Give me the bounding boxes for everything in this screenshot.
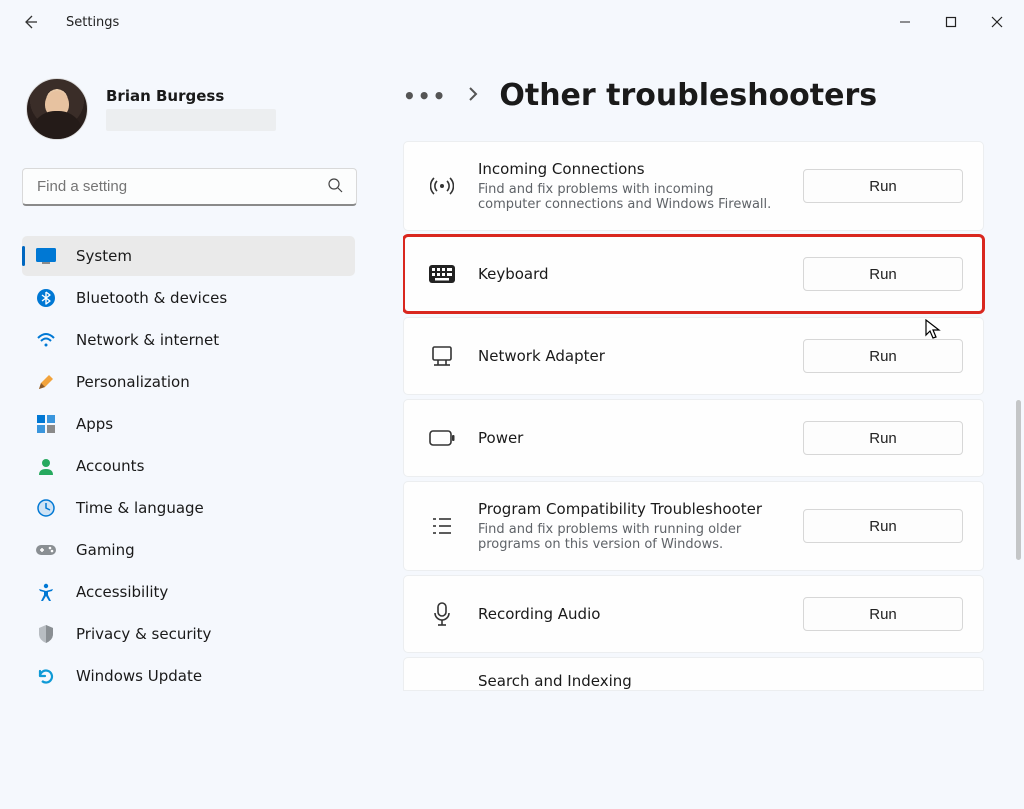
sidebar-item-label: Privacy & security (76, 625, 211, 643)
troubleshooter-title: Program Compatibility Troubleshooter (478, 500, 781, 518)
sidebar-item-label: Windows Update (76, 667, 202, 685)
sidebar-item-label: Accessibility (76, 583, 168, 601)
sidebar-item-label: System (76, 247, 132, 265)
incoming-icon (428, 172, 456, 200)
sidebar-item-label: Personalization (76, 373, 190, 391)
run-button[interactable]: Run (803, 339, 963, 373)
sidebar-item-label: Network & internet (76, 331, 219, 349)
system-icon (36, 246, 56, 266)
sidebar: Brian Burgess System Bluetooth & devices… (0, 44, 375, 809)
minimize-icon (899, 16, 911, 28)
troubleshooter-list: Incoming Connections Find and fix proble… (403, 141, 990, 701)
run-button[interactable]: Run (803, 257, 963, 291)
sidebar-item-time[interactable]: Time & language (22, 488, 355, 528)
sidebar-item-accounts[interactable]: Accounts (22, 446, 355, 486)
titlebar: Settings (0, 0, 1024, 44)
scrollbar-thumb[interactable] (1016, 400, 1021, 560)
accessibility-icon (36, 582, 56, 602)
sidebar-item-network[interactable]: Network & internet (22, 320, 355, 360)
troubleshooter-title: Power (478, 429, 781, 447)
profile-email-placeholder (106, 109, 276, 131)
sidebar-item-system[interactable]: System (22, 236, 355, 276)
troubleshooter-network-adapter: Network Adapter Run (403, 317, 984, 395)
sidebar-item-label: Gaming (76, 541, 135, 559)
sidebar-item-privacy[interactable]: Privacy & security (22, 614, 355, 654)
troubleshooter-title: Network Adapter (478, 347, 781, 365)
profile-section[interactable]: Brian Burgess (22, 64, 365, 150)
close-button[interactable] (974, 6, 1020, 38)
personalization-icon (36, 372, 56, 392)
breadcrumb: ••• Other troubleshooters (403, 78, 990, 113)
avatar (26, 78, 88, 140)
sidebar-item-label: Bluetooth & devices (76, 289, 227, 307)
content: ••• Other troubleshooters Incoming Conne… (375, 44, 1024, 809)
keyboard-icon (428, 260, 456, 288)
app-title: Settings (66, 15, 119, 30)
sidebar-item-apps[interactable]: Apps (22, 404, 355, 444)
maximize-button[interactable] (928, 6, 974, 38)
search-container (22, 168, 357, 206)
sidebar-item-update[interactable]: Windows Update (22, 656, 355, 696)
run-button[interactable]: Run (803, 421, 963, 455)
sidebar-item-label: Apps (76, 415, 113, 433)
gaming-icon (36, 540, 56, 560)
sidebar-item-bluetooth[interactable]: Bluetooth & devices (22, 278, 355, 318)
troubleshooter-search-indexing: Search and Indexing (403, 657, 984, 691)
troubleshooter-power: Power Run (403, 399, 984, 477)
search-icon (327, 177, 343, 197)
privacy-icon (36, 624, 56, 644)
time-icon (36, 498, 56, 518)
run-button[interactable]: Run (803, 597, 963, 631)
troubleshooter-title: Search and Indexing (478, 672, 632, 690)
bluetooth-icon (36, 288, 56, 308)
troubleshooter-desc: Find and fix problems with incoming comp… (478, 182, 778, 212)
search-input[interactable] (22, 168, 357, 206)
compat-icon (428, 512, 456, 540)
minimize-button[interactable] (882, 6, 928, 38)
troubleshooter-incoming-connections: Incoming Connections Find and fix proble… (403, 141, 984, 231)
back-button[interactable] (14, 6, 46, 38)
accounts-icon (36, 456, 56, 476)
update-icon (36, 666, 56, 686)
sidebar-item-label: Accounts (76, 457, 144, 475)
run-button[interactable]: Run (803, 169, 963, 203)
page-title: Other troubleshooters (499, 78, 877, 113)
sidebar-item-label: Time & language (76, 499, 204, 517)
profile-name: Brian Burgess (106, 87, 276, 105)
network-adapter-icon (428, 342, 456, 370)
troubleshooter-title: Incoming Connections (478, 160, 781, 178)
troubleshooter-recording-audio: Recording Audio Run (403, 575, 984, 653)
maximize-icon (945, 16, 957, 28)
chevron-right-icon (467, 86, 479, 105)
nav-list: System Bluetooth & devices Network & int… (22, 236, 365, 696)
power-icon (428, 424, 456, 452)
troubleshooter-title: Keyboard (478, 265, 781, 283)
sidebar-item-gaming[interactable]: Gaming (22, 530, 355, 570)
run-button[interactable]: Run (803, 509, 963, 543)
troubleshooter-program-compat: Program Compatibility Troubleshooter Fin… (403, 481, 984, 571)
troubleshooter-title: Recording Audio (478, 605, 781, 623)
apps-icon (36, 414, 56, 434)
mic-icon (428, 600, 456, 628)
sidebar-item-personalization[interactable]: Personalization (22, 362, 355, 402)
breadcrumb-overflow[interactable]: ••• (403, 84, 447, 108)
close-icon (991, 16, 1003, 28)
troubleshooter-desc: Find and fix problems with running older… (478, 522, 778, 552)
network-icon (36, 330, 56, 350)
troubleshooter-keyboard: Keyboard Run (403, 235, 984, 313)
arrow-left-icon (22, 14, 38, 30)
sidebar-item-accessibility[interactable]: Accessibility (22, 572, 355, 612)
